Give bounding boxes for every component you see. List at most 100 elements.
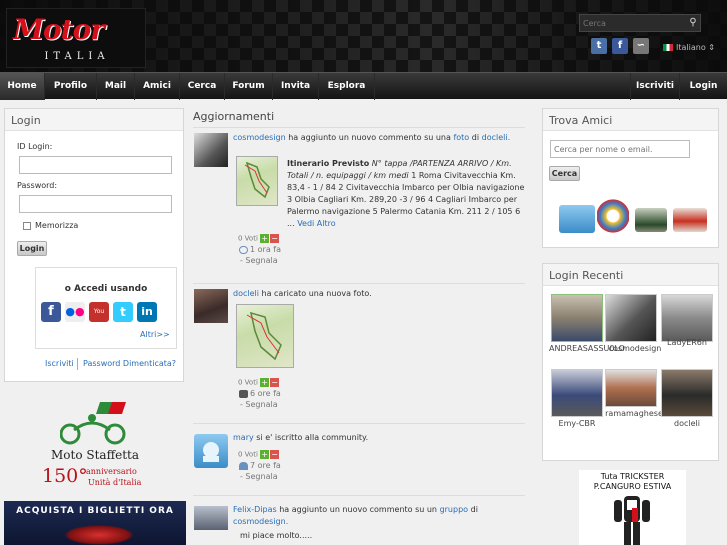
friend-avatar[interactable] bbox=[597, 199, 629, 233]
feed-title: Aggiornamenti bbox=[193, 110, 275, 123]
recent-user[interactable]: Emy-CBR bbox=[551, 369, 603, 439]
user-link[interactable]: mary bbox=[233, 433, 254, 442]
avatar bbox=[551, 294, 603, 342]
feed-item: mary si e' iscritto alla community. 0 Vo… bbox=[193, 424, 525, 496]
comment-icon bbox=[239, 245, 248, 254]
avatar[interactable] bbox=[194, 434, 228, 468]
remember-checkbox[interactable] bbox=[23, 222, 31, 230]
see-more-link[interactable]: Vedi Altro bbox=[297, 219, 335, 228]
target-link[interactable]: cosmodesign. bbox=[233, 517, 288, 526]
recent-logins-panel: Login Recenti ANDREASASSU0LO cosmodesign… bbox=[542, 263, 719, 461]
twitter-icon[interactable]: t bbox=[113, 302, 133, 322]
nav-forum[interactable]: Forum bbox=[225, 73, 273, 100]
trickster-ad[interactable]: Tuta TRICKSTER P.CANGURO ESTIVA bbox=[579, 470, 686, 545]
forgot-password-link[interactable]: Password Dimenticata? bbox=[83, 359, 176, 368]
racing-suit-icon bbox=[614, 496, 650, 545]
facebook-icon[interactable]: f bbox=[41, 302, 61, 322]
recent-user[interactable]: LadyER6n bbox=[661, 294, 713, 364]
youtube-icon[interactable]: You bbox=[89, 302, 109, 322]
password-field[interactable] bbox=[19, 195, 172, 213]
comment-text: mi piace molto..... bbox=[240, 531, 313, 540]
italy-flag-icon bbox=[663, 44, 673, 51]
feed-item-summary: docleli ha caricato una nuova foto. bbox=[233, 289, 372, 298]
friend-avatar[interactable] bbox=[635, 208, 667, 232]
signup-link[interactable]: Iscriviti bbox=[45, 359, 74, 368]
nav-profilo[interactable]: Profilo bbox=[45, 73, 97, 100]
friend-avatar[interactable] bbox=[559, 205, 595, 233]
feed-item-summary: Felix-Dipas ha aggiunto un nuovo comment… bbox=[233, 505, 478, 526]
rss-icon[interactable]: ∽ bbox=[633, 38, 649, 54]
linkedin-icon[interactable]: in bbox=[137, 302, 157, 322]
recent-user[interactable]: cosmodesign bbox=[605, 294, 661, 364]
nav-iscriviti[interactable]: Iscriviti bbox=[630, 73, 680, 100]
friend-search-button[interactable]: Cerca bbox=[549, 166, 580, 181]
vote-row: 0 Voti + − bbox=[238, 378, 280, 387]
avatar[interactable] bbox=[194, 289, 228, 323]
vote-up-button[interactable]: + bbox=[260, 378, 270, 387]
feed-item-body: Itinerario Previsto N° tappa /PARTENZA A… bbox=[287, 159, 525, 228]
user-link[interactable]: Felix-Dipas bbox=[233, 505, 277, 514]
vote-down-button[interactable]: − bbox=[270, 378, 280, 387]
login-button[interactable]: Login bbox=[17, 241, 47, 256]
feed-item: Felix-Dipas ha aggiunto un nuovo comment… bbox=[193, 496, 525, 545]
group-link[interactable]: gruppo bbox=[440, 505, 469, 514]
oauth-more-link[interactable]: Altri>> bbox=[140, 330, 170, 339]
staffetta-anniversary: anniversario bbox=[86, 467, 137, 476]
search-icon[interactable]: ⚲ bbox=[685, 14, 701, 32]
site-logo[interactable]: Motor ITALIA bbox=[6, 8, 146, 68]
feed-item-summary: cosmodesign ha aggiunto un nuovo comment… bbox=[233, 133, 511, 142]
avatar bbox=[605, 294, 657, 342]
flickr-icon[interactable]: ●● bbox=[65, 302, 85, 322]
target-link[interactable]: docleli. bbox=[482, 133, 511, 142]
vote-down-button[interactable]: − bbox=[270, 234, 280, 243]
twitter-icon[interactable]: t bbox=[591, 38, 607, 54]
vote-down-button[interactable]: − bbox=[270, 450, 280, 459]
tickets-banner[interactable]: ACQUISTA I BIGLIETTI ORA bbox=[4, 501, 186, 545]
remember-label: Memorizza bbox=[35, 221, 79, 230]
id-login-label: ID Login: bbox=[17, 142, 53, 151]
recent-logins-title: Login Recenti bbox=[549, 269, 624, 282]
photo-link[interactable]: foto bbox=[453, 133, 469, 142]
nav-mail[interactable]: Mail bbox=[97, 73, 135, 100]
ad-line-2: P.CANGURO ESTIVA bbox=[593, 482, 672, 491]
feed-item: cosmodesign ha aggiunto un nuovo comment… bbox=[193, 128, 525, 284]
avatar bbox=[605, 369, 657, 407]
vote-up-button[interactable]: + bbox=[260, 234, 270, 243]
vote-row: 0 Voti + − bbox=[238, 450, 280, 459]
user-link[interactable]: cosmodesign bbox=[233, 133, 286, 142]
map-thumbnail[interactable] bbox=[236, 156, 278, 206]
report-link[interactable]: - Segnala bbox=[240, 400, 278, 409]
language-selector[interactable]: Italiano ⇕ bbox=[663, 43, 715, 52]
login-title: Login bbox=[11, 114, 41, 127]
nav-amici[interactable]: Amici bbox=[135, 73, 180, 100]
friend-avatar[interactable] bbox=[673, 208, 707, 232]
user-link[interactable]: docleli bbox=[233, 289, 259, 298]
id-login-field[interactable] bbox=[19, 156, 172, 174]
banner-text: ACQUISTA I BIGLIETTI ORA bbox=[16, 506, 174, 516]
oauth-box: o Accedi usando f ●● You t in Altri>> bbox=[35, 267, 177, 349]
main-nav: Home Profilo Mail Amici Cerca Forum Invi… bbox=[0, 72, 727, 100]
map-thumbnail[interactable] bbox=[236, 304, 294, 368]
nav-invita[interactable]: Invita bbox=[273, 73, 319, 100]
recent-user[interactable]: ANDREASASSU0LO bbox=[549, 294, 625, 364]
nav-cerca[interactable]: Cerca bbox=[180, 73, 225, 100]
avatar bbox=[551, 369, 603, 417]
timestamp: 1 ora fa bbox=[239, 245, 281, 254]
nav-login[interactable]: Login bbox=[680, 73, 727, 100]
friend-search-input[interactable] bbox=[550, 140, 690, 158]
report-link[interactable]: - Segnala bbox=[240, 256, 278, 265]
recent-user[interactable]: ramamaghese bbox=[605, 369, 663, 439]
vote-up-button[interactable]: + bbox=[260, 450, 270, 459]
camera-icon bbox=[239, 389, 248, 398]
staffetta-promo[interactable]: Moto Staffetta 150° anniversario Unità d… bbox=[40, 400, 150, 496]
facebook-icon[interactable]: f bbox=[612, 38, 628, 54]
search-input[interactable] bbox=[583, 17, 683, 30]
nav-esplora[interactable]: Esplora bbox=[319, 73, 375, 100]
report-link[interactable]: - Segnala bbox=[240, 472, 278, 481]
avatar[interactable] bbox=[194, 133, 228, 167]
logo-subtitle: ITALIA bbox=[44, 51, 110, 62]
avatar[interactable] bbox=[194, 506, 228, 530]
recent-user[interactable]: docleli bbox=[661, 369, 713, 439]
password-label: Password: bbox=[17, 181, 58, 190]
nav-home[interactable]: Home bbox=[0, 73, 45, 100]
